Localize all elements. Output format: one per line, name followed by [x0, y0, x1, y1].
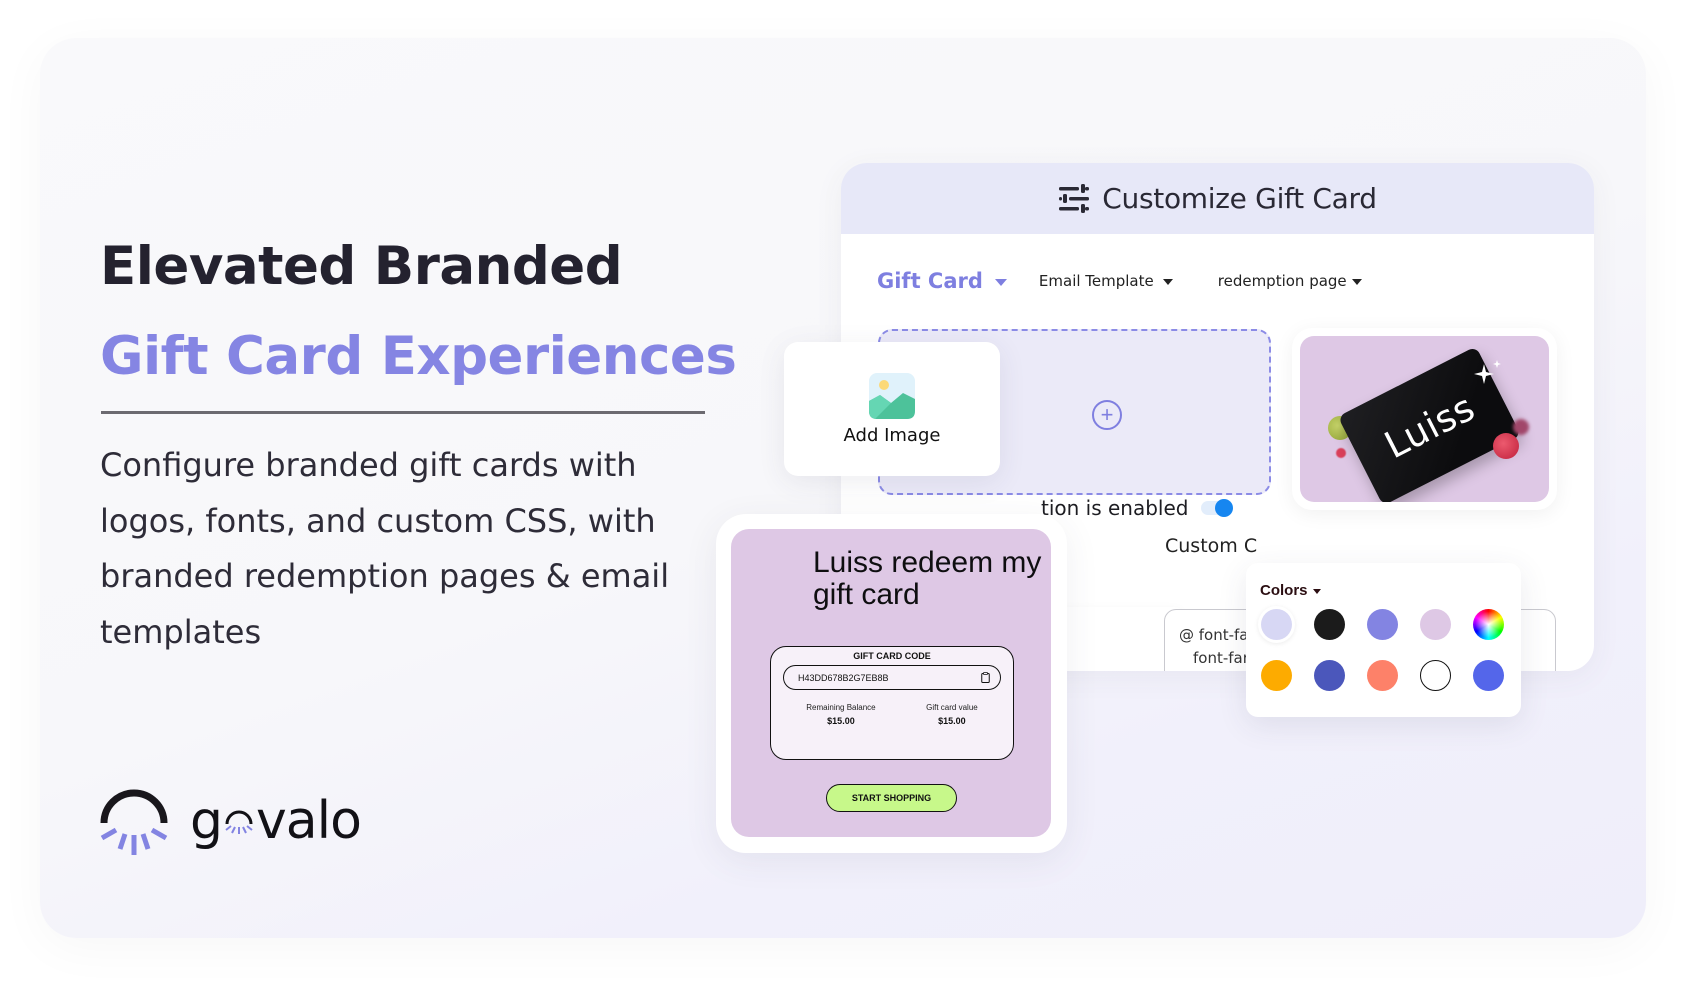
toggle-label: tion is enabled: [1041, 496, 1189, 520]
swatch-black[interactable]: [1314, 609, 1345, 640]
wordmark-o-icon: [222, 808, 256, 838]
image-icon: [869, 372, 915, 419]
enable-toggle[interactable]: [1200, 499, 1233, 517]
headline-accent: Gift Card Experiences: [100, 326, 737, 387]
swatch-amber[interactable]: [1261, 660, 1292, 691]
gift-card-code: H43DD678B2G7EB8B: [798, 672, 889, 683]
remaining-balance: Remaining Balance $15.00: [806, 703, 876, 726]
tab-redemption-page[interactable]: redemption page: [1218, 272, 1362, 290]
govalo-logo: g valo: [98, 785, 362, 857]
govalo-wordmark: g valo: [190, 791, 362, 851]
add-image-label: Add Image: [843, 424, 941, 446]
sparkle-icon: [1474, 360, 1501, 384]
hero-description: Configure branded gift cards with logos,…: [100, 446, 670, 651]
start-shopping-button[interactable]: START SHOPPING: [826, 784, 957, 812]
swatch-indigo[interactable]: [1314, 660, 1345, 691]
gift-card-code-field[interactable]: H43DD678B2G7EB8B: [783, 665, 1001, 690]
swatch-lilac[interactable]: [1420, 609, 1451, 640]
headline-dark: Elevated Branded: [100, 236, 623, 297]
chevron-down-icon: [1351, 279, 1362, 285]
decor-blob: [1336, 448, 1346, 458]
add-circle-icon[interactable]: +: [1092, 400, 1122, 430]
redemption-page-preview: Luiss redeem my gift card GIFT CARD CODE…: [716, 514, 1067, 853]
swatch-coral[interactable]: [1367, 660, 1398, 691]
swatch-white[interactable]: [1420, 660, 1451, 691]
decor-blob: [1493, 433, 1519, 459]
customize-title: Customize Gift Card: [1102, 182, 1377, 215]
gift-card-code-box: GIFT CARD CODE H43DD678B2G7EB8B Remainin…: [770, 646, 1014, 760]
redeem-title: Luiss redeem my gift card: [813, 546, 1042, 611]
swatch-periwinkle[interactable]: [1367, 609, 1398, 640]
customize-header: Customize Gift Card: [841, 163, 1594, 234]
decor-blob: [1513, 419, 1529, 435]
sliders-icon: [1059, 183, 1090, 213]
toggle-row: tion is enabled: [1041, 496, 1233, 520]
gift-card-preview: Luiss: [1292, 328, 1557, 510]
customize-tabs: Gift Card Email Template redemption page: [877, 269, 1362, 293]
tab-email-template[interactable]: Email Template: [1039, 272, 1173, 290]
custom-css-label: Custom C: [1165, 535, 1258, 557]
swatch-lavender-light[interactable]: [1261, 609, 1292, 640]
swatch-color-wheel[interactable]: [1473, 609, 1504, 640]
divider: [101, 411, 705, 414]
hero-headline: Elevated Branded Gift Card Experiences: [100, 222, 740, 402]
code-heading: GIFT CARD CODE: [853, 651, 931, 661]
color-swatches: [1261, 609, 1504, 691]
tab-gift-card[interactable]: Gift Card: [877, 269, 1007, 293]
colors-popover: Colors: [1246, 563, 1521, 717]
gift-card-value: Gift card value $15.00: [926, 703, 978, 726]
govalo-logo-icon: [100, 789, 168, 855]
chevron-down-icon: [1312, 589, 1321, 594]
chevron-down-icon: [1162, 279, 1173, 285]
copy-icon[interactable]: [981, 672, 990, 683]
swatch-royal-blue[interactable]: [1473, 660, 1504, 691]
colors-dropdown[interactable]: Colors: [1260, 582, 1321, 599]
chevron-down-icon: [994, 278, 1007, 286]
add-image-button[interactable]: Add Image: [784, 342, 1000, 476]
